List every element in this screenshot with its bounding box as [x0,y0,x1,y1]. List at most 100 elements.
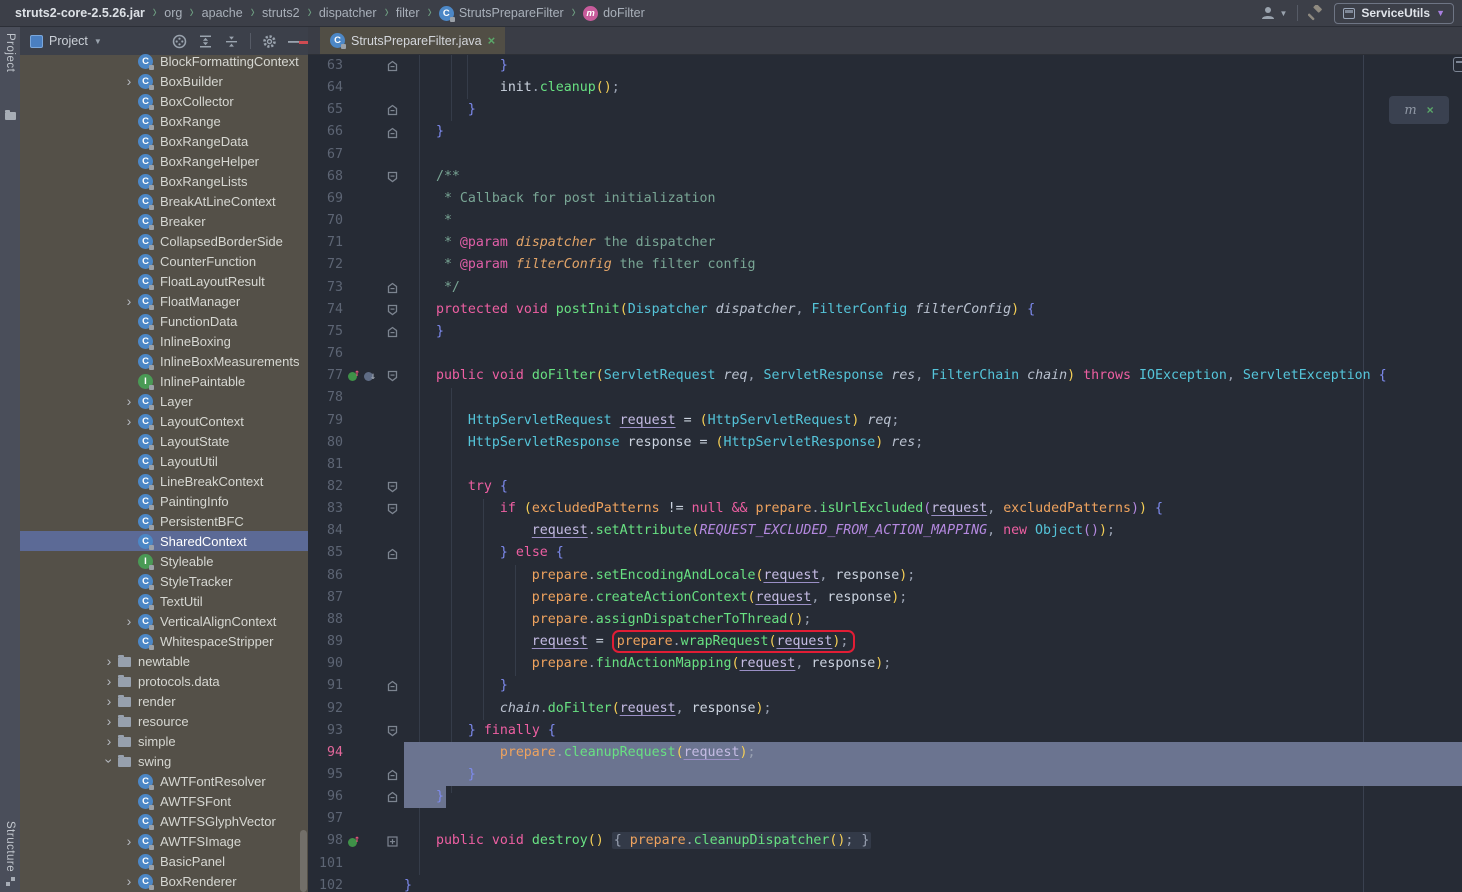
run-configuration-select[interactable]: ServiceUtils ▼ [1334,3,1454,24]
is-overridden-icon[interactable]: ↓ [364,369,378,383]
tree-item-render[interactable]: render [20,691,308,711]
tree-item-counterfunction[interactable]: CCounterFunction [20,251,308,271]
tree-item-layer[interactable]: CLayer [20,391,308,411]
tree-item-sharedcontext[interactable]: CSharedContext [20,531,308,551]
tree-item-inlineboxing[interactable]: CInlineBoxing [20,331,308,351]
build-hammer-icon[interactable] [1308,5,1324,21]
fold-down-icon[interactable] [380,725,404,737]
tree-item-whitespacestripper[interactable]: CWhitespaceStripper [20,631,308,651]
expand-right-icon[interactable] [100,716,118,726]
tree-scrollbar-thumb[interactable] [300,830,307,892]
tree-item-inlineboxmeasurements[interactable]: CInlineBoxMeasurements [20,351,308,371]
editor-corner-icon[interactable] [1453,57,1462,72]
fold-down-icon[interactable] [380,503,404,515]
tree-item-awtfontresolver[interactable]: CAWTFontResolver [20,771,308,791]
breadcrumb-item[interactable]: apache [202,6,243,20]
code-text: prepare.findActionMapping(request, respo… [404,653,1462,675]
method-generate-icon[interactable]: m [1404,103,1416,118]
overrides-method-icon[interactable]: ↑ [348,835,362,849]
fold-down-icon[interactable] [380,481,404,493]
expand-right-icon[interactable] [120,296,138,306]
expand-right-icon[interactable] [100,736,118,746]
expand-right-icon[interactable] [120,876,138,886]
fold-down-icon[interactable] [380,370,404,382]
fold-up-icon[interactable] [380,326,404,338]
chevron-down-icon[interactable]: ▼ [94,37,102,46]
tree-item-boxrenderer[interactable]: CBoxRenderer [20,871,308,891]
tree-item-boxrangehelper[interactable]: CBoxRangeHelper [20,151,308,171]
tree-item-verticalaligncontext[interactable]: CVerticalAlignContext [20,611,308,631]
expand-right-icon[interactable] [100,696,118,706]
breadcrumb-item[interactable]: CStrutsPrepareFilter [439,6,564,21]
fold-up-icon[interactable] [380,282,404,294]
breadcrumb-item[interactable]: struts2 [262,6,300,20]
tree-item-paintinginfo[interactable]: CPaintingInfo [20,491,308,511]
tree-item-styleable[interactable]: IStyleable [20,551,308,571]
fold-up-icon[interactable] [380,127,404,139]
tree-item-functiondata[interactable]: CFunctionData [20,311,308,331]
expand-all-icon[interactable] [198,34,213,49]
editor-tab[interactable]: C StrutsPrepareFilter.java [320,27,505,54]
tree-item-linebreakcontext[interactable]: CLineBreakContext [20,471,308,491]
fold-up-icon[interactable] [380,548,404,560]
breadcrumb-item[interactable]: dispatcher [319,6,377,20]
close-icon[interactable] [488,34,496,47]
breadcrumb-item[interactable]: mdoFilter [583,6,645,21]
tree-item-floatmanager[interactable]: CFloatManager [20,291,308,311]
tree-item-layoututil[interactable]: CLayoutUtil [20,451,308,471]
settings-gear-icon[interactable] [262,34,277,49]
collapse-all-icon[interactable] [224,34,239,49]
overrides-method-icon[interactable]: ↑ [348,369,362,383]
tree-item-breaker[interactable]: CBreaker [20,211,308,231]
tree-item-awtfsimage[interactable]: CAWTFSImage [20,831,308,851]
breadcrumb-item[interactable]: struts2-core-2.5.26.jar [15,6,145,20]
tree-item-protocols-data[interactable]: protocols.data [20,671,308,691]
tree-item-boxbuilder[interactable]: CBoxBuilder [20,71,308,91]
tree-item-collapsedborderside[interactable]: CCollapsedBorderSide [20,231,308,251]
tree-item-boxrange[interactable]: CBoxRange [20,111,308,131]
expand-right-icon[interactable] [120,616,138,626]
tree-item-layoutstate[interactable]: CLayoutState [20,431,308,451]
expand-down-icon[interactable] [100,756,118,766]
tree-item-awtfsglyphvector[interactable]: CAWTFSGlyphVector [20,811,308,831]
user-account-icon[interactable]: ▼ [1260,5,1287,21]
locate-file-icon[interactable] [172,34,187,49]
fold-plus-icon[interactable] [380,836,404,847]
fold-up-icon[interactable] [380,791,404,803]
tree-item-floatlayoutresult[interactable]: CFloatLayoutResult [20,271,308,291]
tree-item-newtable[interactable]: newtable [20,651,308,671]
tree-item-blockformattingcontext[interactable]: CBlockFormattingContext [20,51,308,71]
fold-up-icon[interactable] [380,769,404,781]
expand-right-icon[interactable] [120,396,138,406]
fold-down-icon[interactable] [380,171,404,183]
tree-item-breakatlinecontext[interactable]: CBreakAtLineContext [20,191,308,211]
tree-item-inlinepaintable[interactable]: IInlinePaintable [20,371,308,391]
fold-up-icon[interactable] [380,60,404,72]
tree-item-simple[interactable]: simple [20,731,308,751]
tree-item-layoutcontext[interactable]: CLayoutContext [20,411,308,431]
tool-stripe-structure[interactable]: Structure [4,821,16,886]
tree-item-textutil[interactable]: CTextUtil [20,591,308,611]
expand-right-icon[interactable] [100,676,118,686]
tree-item-awtfsfont[interactable]: CAWTFSFont [20,791,308,811]
close-icon[interactable] [1427,103,1434,117]
expand-right-icon[interactable] [120,76,138,86]
tree-item-boxrangelists[interactable]: CBoxRangeLists [20,171,308,191]
tree-item-resource[interactable]: resource [20,711,308,731]
tree-item-boxrangedata[interactable]: CBoxRangeData [20,131,308,151]
tool-stripe-project[interactable]: Project [4,33,16,120]
breadcrumb-item[interactable]: filter [396,6,420,20]
expand-right-icon[interactable] [100,656,118,666]
expand-right-icon[interactable] [120,416,138,426]
fold-up-icon[interactable] [380,104,404,116]
fold-down-icon[interactable] [380,304,404,316]
expand-right-icon[interactable] [120,836,138,846]
tree-item-styletracker[interactable]: CStyleTracker [20,571,308,591]
tree-item-boxcollector[interactable]: CBoxCollector [20,91,308,111]
tree-item-persistentbfc[interactable]: CPersistentBFC [20,511,308,531]
breadcrumb-item[interactable]: org [164,6,182,20]
tree-item-basicpanel[interactable]: CBasicPanel [20,851,308,871]
fold-up-icon[interactable] [380,680,404,692]
folded-code-region[interactable]: { prepare.cleanupDispatcher(); } [612,832,872,849]
tree-item-swing[interactable]: swing [20,751,308,771]
